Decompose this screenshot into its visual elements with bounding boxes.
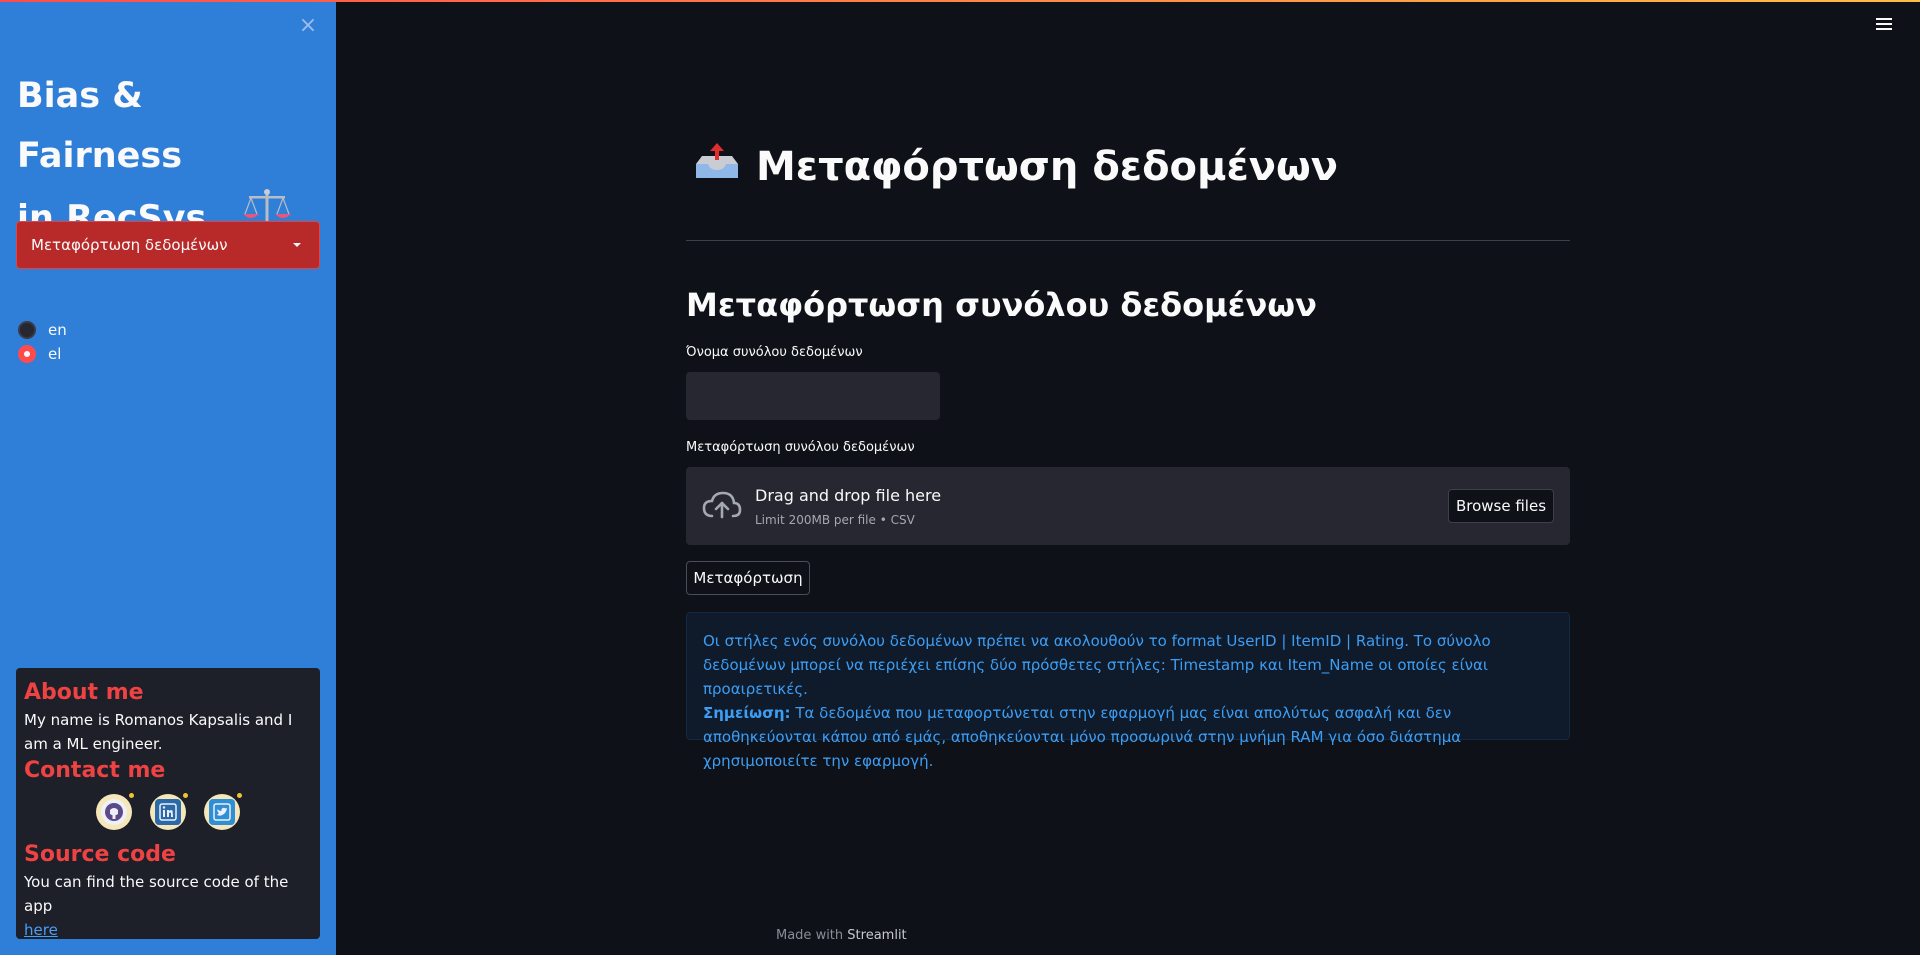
page-select[interactable]: Μεταφόρτωση δεδομένων [16, 221, 320, 269]
inbox-upload-icon [692, 142, 742, 192]
section-title: Μεταφόρτωση συνόλου δεδομένων [686, 286, 1317, 324]
page-select-value: Μεταφόρτωση δεδομένων [31, 236, 228, 254]
dataset-name-input[interactable] [686, 372, 940, 420]
info-note-label: Σημείωση: [703, 704, 791, 722]
file-dropzone[interactable]: Drag and drop file here Limit 200MB per … [686, 467, 1570, 545]
top-decoration-bar [0, 0, 1920, 2]
app-title-line1: Bias & Fairness [17, 76, 183, 176]
footer: Made with Streamlit [776, 928, 907, 943]
dataset-name-label: Όνομα συνόλου δεδομένων [686, 345, 863, 360]
twitter-icon[interactable] [204, 793, 242, 830]
language-radio-group: en el [18, 318, 67, 366]
chevron-down-icon [293, 243, 301, 247]
radio-button-en[interactable] [18, 321, 36, 339]
source-heading: Source code [24, 842, 176, 867]
radio-option-el[interactable]: el [18, 342, 67, 366]
social-links [24, 793, 312, 830]
info-box: Οι στήλες ενός συνόλου δεδομένων πρέπει … [686, 612, 1570, 770]
divider [686, 240, 1570, 241]
dataset-upload-label: Μεταφόρτωση συνόλου δεδομένων [686, 440, 915, 455]
footer-brand-link[interactable]: Streamlit [847, 928, 906, 943]
source-link[interactable]: here [24, 921, 58, 939]
about-text: My name is Romanos Kapsalis and I am a M… [24, 711, 293, 753]
info-note-text: Τα δεδομένα που μεταφορτώνεται στην εφαρ… [703, 704, 1462, 770]
footer-prefix: Made with [776, 928, 844, 943]
radio-option-en[interactable]: en [18, 318, 67, 342]
linkedin-icon[interactable] [150, 793, 188, 830]
radio-button-el[interactable] [18, 345, 36, 363]
github-icon[interactable] [96, 793, 134, 830]
source-text: You can find the source code of the app [24, 873, 289, 915]
radio-label-el: el [48, 345, 62, 363]
upload-button[interactable]: Μεταφόρτωση [686, 561, 810, 595]
about-heading: About me [24, 680, 144, 705]
contact-heading: Contact me [24, 758, 166, 783]
hamburger-menu-icon[interactable] [1876, 18, 1892, 32]
info-text: Οι στήλες ενός συνόλου δεδομένων πρέπει … [703, 632, 1491, 698]
page-title: Μεταφόρτωση δεδομένων [686, 142, 1570, 192]
page-title-text: Μεταφόρτωση δεδομένων [756, 144, 1338, 190]
radio-label-en: en [48, 321, 67, 339]
sidebar: × Bias & Fairness in RecSys Μεταφόρτωση … [0, 0, 336, 955]
close-icon[interactable]: × [298, 15, 318, 37]
cloud-upload-icon [702, 490, 742, 526]
dropzone-limit: Limit 200MB per file • CSV [755, 513, 915, 527]
about-box: About me My name is Romanos Kapsalis and… [16, 668, 320, 939]
dropzone-title: Drag and drop file here [755, 486, 942, 505]
browse-files-button[interactable]: Browse files [1448, 489, 1554, 523]
